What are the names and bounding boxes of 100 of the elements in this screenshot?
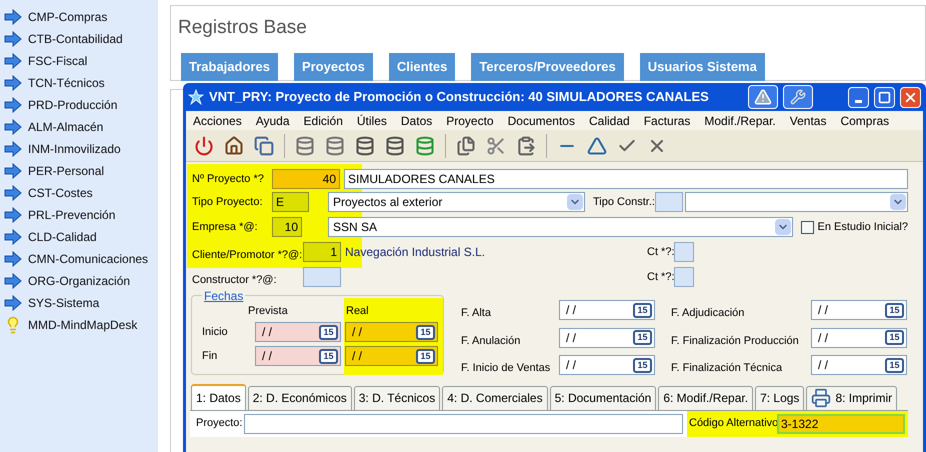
- field-label: F. Inicio de Ventas: [461, 361, 552, 376]
- field-label: Proyecto:: [196, 416, 244, 432]
- warning-button[interactable]: [748, 85, 778, 109]
- field-label: Tipo Proyecto:: [191, 194, 264, 210]
- tab[interactable]: 6: Modif./Repar.: [658, 386, 754, 410]
- right-arrow-icon: [4, 97, 22, 113]
- field-label: Inicio: [202, 324, 229, 340]
- input-field[interactable]: [303, 267, 341, 287]
- dropdown-field[interactable]: [685, 192, 908, 212]
- chevron-down-icon: [567, 194, 583, 210]
- calendar-icon[interactable]: 15: [885, 302, 904, 318]
- sidebar-item[interactable]: CST-Costes: [4, 182, 158, 204]
- calendar-icon[interactable]: 15: [319, 348, 338, 364]
- sidebar-item[interactable]: PRL-Prevención: [4, 204, 158, 226]
- wrench-button[interactable]: [783, 85, 813, 109]
- checkbox[interactable]: [801, 220, 814, 234]
- input-field[interactable]: 10: [272, 217, 302, 237]
- input-field[interactable]: SIMULADORES CANALES: [344, 169, 908, 189]
- right-arrow-icon: [4, 295, 22, 311]
- menu-item[interactable]: Acciones: [193, 112, 242, 130]
- sidebar-item[interactable]: MMD-MindMapDesk: [4, 314, 158, 336]
- sidebar-item[interactable]: SYS-Sistema: [4, 292, 158, 314]
- field-label: Ct *?:: [647, 270, 674, 285]
- minimize-button[interactable]: [848, 86, 869, 108]
- menu-item[interactable]: Facturas: [644, 112, 690, 130]
- menu-item[interactable]: Documentos: [508, 112, 575, 130]
- calendar-icon[interactable]: 15: [633, 330, 652, 346]
- date-field[interactable]: / / 15: [345, 346, 438, 366]
- date-field[interactable]: / / 15: [811, 300, 907, 320]
- sidebar-item[interactable]: CLD-Calidad: [4, 226, 158, 248]
- tab[interactable]: 7: Logs: [755, 386, 804, 410]
- date-field[interactable]: / / 15: [559, 355, 655, 376]
- date-field[interactable]: / / 15: [559, 300, 655, 320]
- field-label: Empresa *@:: [191, 220, 259, 235]
- date-field[interactable]: / / 15: [559, 328, 655, 348]
- field-label: Ct *?:: [647, 244, 674, 260]
- chevron-down-icon: [775, 219, 791, 235]
- menu-item[interactable]: Modif./Repar.: [704, 112, 776, 130]
- sidebar-item[interactable]: PRD-Producción: [4, 94, 158, 116]
- maximize-icon: [878, 90, 891, 104]
- right-arrow-icon: [4, 75, 22, 91]
- input-field[interactable]: [244, 414, 683, 434]
- date-field[interactable]: / / 15: [811, 355, 907, 376]
- sidebar-item[interactable]: ORG-Organización: [4, 270, 158, 292]
- input-field[interactable]: [655, 192, 683, 212]
- field-label: F. Finalización Técnica: [671, 361, 784, 376]
- date-field[interactable]: / / 15: [811, 328, 907, 348]
- tab[interactable]: 8: Imprimir: [806, 386, 898, 410]
- input-field[interactable]: 3-1322: [777, 414, 905, 434]
- calendar-icon[interactable]: 15: [885, 330, 904, 346]
- tab[interactable]: 2: D. Económicos: [248, 386, 352, 410]
- windows-icon[interactable]: [252, 134, 276, 158]
- dropdown-field[interactable]: Proyectos al exterior: [328, 192, 585, 212]
- menu-item[interactable]: Proyecto: [446, 112, 494, 130]
- dropdown-field[interactable]: SSN SA: [328, 217, 793, 237]
- tab[interactable]: 4: D. Comerciales: [442, 386, 548, 410]
- field-label: Cliente/Promotor *?@:: [191, 248, 303, 262]
- field-label: F. Anulación: [461, 334, 522, 348]
- close-button[interactable]: [900, 86, 921, 108]
- calendar-icon[interactable]: 15: [416, 348, 435, 364]
- field-label: Constructor *?@:: [191, 272, 278, 288]
- calendar-icon[interactable]: 15: [319, 324, 338, 340]
- sidebar-item[interactable]: FSC-Fiscal: [4, 50, 158, 72]
- sidebar-item[interactable]: ALM-Almacén: [4, 116, 158, 138]
- menu-item[interactable]: Edición: [304, 112, 343, 130]
- menu-item[interactable]: Calidad: [588, 112, 630, 130]
- input-field[interactable]: [674, 242, 694, 262]
- right-arrow-icon: [4, 141, 22, 157]
- sidebar-item[interactable]: TCN-Técnicos: [4, 72, 158, 94]
- menu-item[interactable]: Útiles: [356, 112, 387, 130]
- menu-item[interactable]: Ventas: [790, 112, 826, 130]
- right-arrow-icon: [4, 185, 22, 201]
- maximize-button[interactable]: [874, 86, 895, 108]
- date-field[interactable]: / / 15: [255, 346, 341, 366]
- right-arrow-icon: [4, 251, 22, 267]
- calendar-icon[interactable]: 15: [633, 302, 652, 318]
- right-arrow-icon: [4, 207, 22, 223]
- sidebar-item[interactable]: CMP-Compras: [4, 6, 158, 28]
- date-field[interactable]: / / 15: [345, 322, 438, 342]
- sidebar-item[interactable]: INM-Inmovilizado: [4, 138, 158, 160]
- calendar-icon[interactable]: 15: [633, 358, 652, 373]
- calendar-icon[interactable]: 15: [885, 358, 904, 373]
- sidebar-item[interactable]: CTB-Contabilidad: [4, 28, 158, 50]
- menu-item[interactable]: Datos: [400, 112, 432, 130]
- input-field[interactable]: 40: [272, 169, 340, 189]
- input-field[interactable]: 1: [303, 242, 341, 262]
- printer-icon: [811, 388, 832, 408]
- sidebar-item[interactable]: CMN-Comunicaciones: [4, 248, 158, 270]
- sidebar-item[interactable]: PER-Personal: [4, 160, 158, 182]
- tab[interactable]: 3: D. Técnicos: [354, 386, 440, 410]
- wrench-icon: [790, 89, 806, 105]
- input-field[interactable]: [674, 267, 694, 287]
- date-field[interactable]: / / 15: [255, 322, 341, 342]
- right-arrow-icon: [4, 273, 22, 289]
- menu-item[interactable]: Compras: [840, 112, 890, 130]
- tab[interactable]: 5: Documentación: [550, 386, 656, 410]
- calendar-icon[interactable]: 15: [416, 324, 435, 340]
- tab[interactable]: 1: Datos: [191, 384, 246, 410]
- input-field[interactable]: E: [272, 192, 309, 212]
- menu-item[interactable]: Ayuda: [256, 112, 290, 130]
